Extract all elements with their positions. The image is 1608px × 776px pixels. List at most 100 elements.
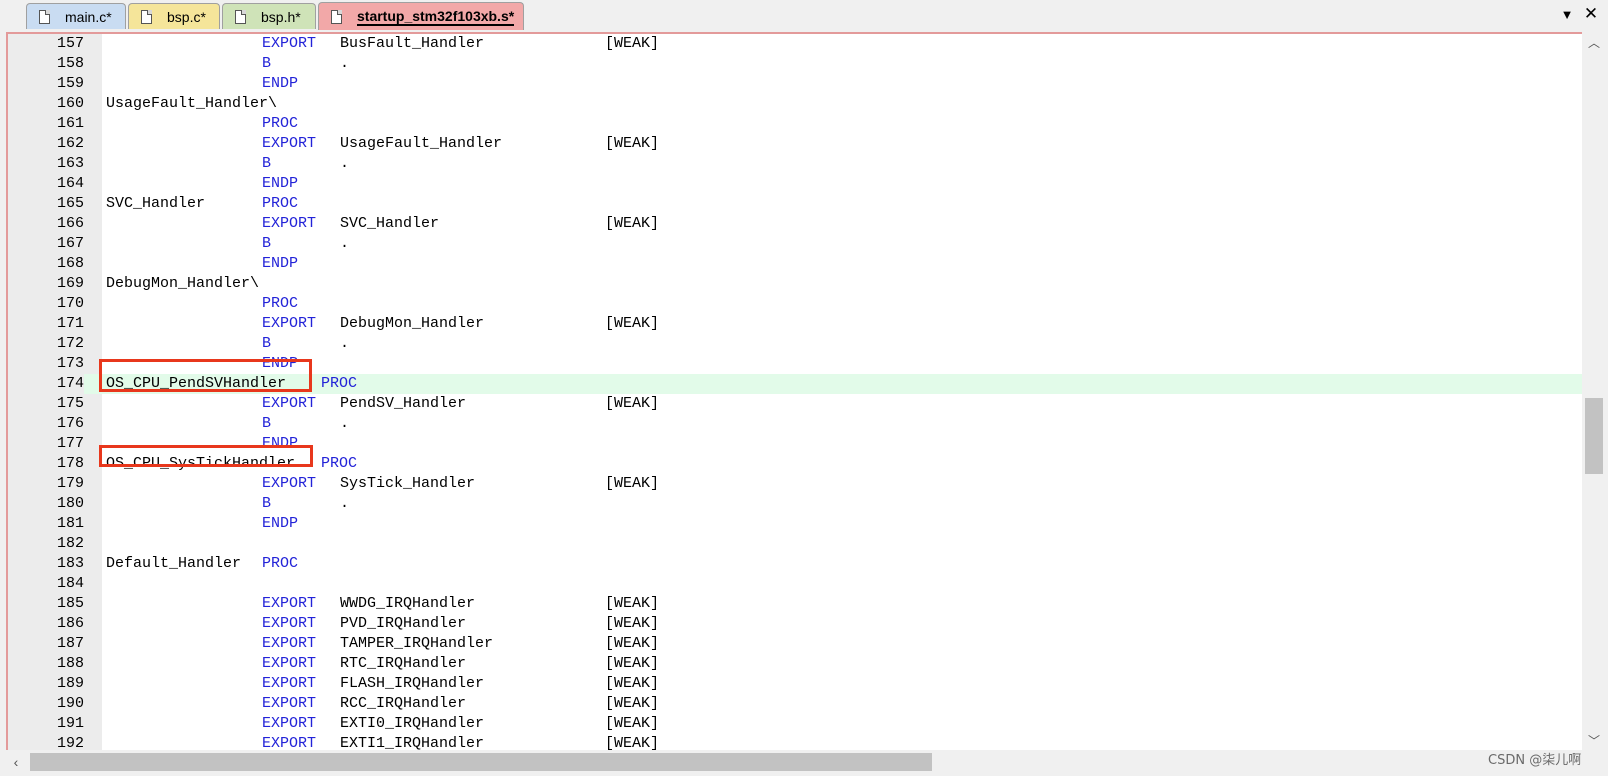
code-line[interactable]: 160 UsageFault_Handler\	[8, 94, 1582, 114]
code-weak-attr: [WEAK]	[605, 615, 660, 632]
code-weak-attr: [WEAK]	[605, 35, 660, 52]
code-operand: RCC_IRQHandler	[340, 695, 467, 712]
code-line[interactable]: 158 B.	[8, 54, 1582, 74]
code-keyword: B	[262, 55, 272, 72]
editor-window: main.c* bsp.c* bsp.h* startup_stm32f103x…	[0, 0, 1608, 776]
line-number: 175	[56, 395, 84, 412]
code-keyword: B	[262, 155, 272, 172]
code-line[interactable]: 163 B.	[8, 154, 1582, 174]
code-operand: PVD_IRQHandler	[340, 615, 467, 632]
code-keyword: EXPORT	[262, 315, 317, 332]
scroll-up-icon[interactable]: ︿	[1582, 34, 1606, 52]
code-line[interactable]: 186 EXPORT PVD_IRQHandler [WEAK]	[8, 614, 1582, 634]
code-keyword: EXPORT	[262, 635, 317, 652]
line-number: 159	[56, 75, 84, 92]
code-line[interactable]: 168 ENDP	[8, 254, 1582, 274]
code-line[interactable]: 164 ENDP	[8, 174, 1582, 194]
code-line[interactable]: 169 DebugMon_Handler\	[8, 274, 1582, 294]
line-number: 190	[56, 695, 84, 712]
line-number: 165	[56, 195, 84, 212]
highlight-box-systick	[99, 445, 313, 467]
line-number: 184	[56, 575, 84, 592]
code-keyword: EXPORT	[262, 475, 317, 492]
tab-bsp-c[interactable]: bsp.c*	[128, 3, 220, 29]
line-number: 179	[56, 475, 84, 492]
code-line[interactable]: 166 EXPORT SVC_Handler [WEAK]	[8, 214, 1582, 234]
code-line[interactable]: 184	[8, 574, 1582, 594]
code-keyword: ENDP	[262, 75, 299, 92]
horizontal-scrollbar[interactable]: ‹	[6, 750, 1582, 774]
code-keyword: PROC	[321, 455, 358, 472]
close-icon[interactable]: ✕	[1582, 5, 1600, 23]
code-operand: UsageFault_Handler	[340, 135, 503, 152]
code-line[interactable]: 171 EXPORT DebugMon_Handler [WEAK]	[8, 314, 1582, 334]
line-number: 186	[56, 615, 84, 632]
code-line[interactable]: 188 EXPORT RTC_IRQHandler [WEAK]	[8, 654, 1582, 674]
code-keyword: EXPORT	[262, 395, 317, 412]
code-lines: 157 EXPORT BusFault_Handler [WEAK] 158 B. 159 E…	[8, 34, 1582, 750]
chevron-down-icon[interactable]: ▼	[1558, 6, 1576, 24]
code-line[interactable]: 185 EXPORT WWDG_IRQHandler [WEAK]	[8, 594, 1582, 614]
code-line[interactable]: 175 EXPORT PendSV_Handler [WEAK]	[8, 394, 1582, 414]
code-line[interactable]: 162 EXPORT UsageFault_Handler [WEAK]	[8, 134, 1582, 154]
line-number: 182	[56, 535, 84, 552]
code-line[interactable]: 170 PROC	[8, 294, 1582, 314]
code-editor[interactable]: 157 EXPORT BusFault_Handler [WEAK] 158 B. 159 E…	[6, 32, 1582, 750]
code-label: Default_Handler	[106, 555, 242, 572]
code-line[interactable]: 187 EXPORT TAMPER_IRQHandler [WEAK]	[8, 634, 1582, 654]
code-line[interactable]: 157 EXPORT BusFault_Handler [WEAK]	[8, 34, 1582, 54]
code-line[interactable]: 192 EXPORT EXTI1_IRQHandler [WEAK]	[8, 734, 1582, 750]
code-line[interactable]: 180 B.	[8, 494, 1582, 514]
line-number: 161	[56, 115, 84, 132]
line-number: 185	[56, 595, 84, 612]
code-line[interactable]: 179 EXPORT SysTick_Handler [WEAK]	[8, 474, 1582, 494]
line-number: 163	[56, 155, 84, 172]
file-icon	[235, 9, 246, 24]
code-operand: .	[340, 415, 350, 432]
code-line[interactable]: 183 Default_Handler PROC	[8, 554, 1582, 574]
line-number: 192	[56, 735, 84, 750]
line-number: 162	[56, 135, 84, 152]
code-operand: WWDG_IRQHandler	[340, 595, 476, 612]
code-line[interactable]: 167 B.	[8, 234, 1582, 254]
code-line[interactable]: 172 B.	[8, 334, 1582, 354]
code-line[interactable]: 159 ENDP	[8, 74, 1582, 94]
code-operand: DebugMon_Handler	[340, 315, 485, 332]
code-line[interactable]: 165 SVC_Handler PROC	[8, 194, 1582, 214]
code-weak-attr: [WEAK]	[605, 635, 660, 652]
vertical-scroll-thumb[interactable]	[1585, 398, 1603, 474]
line-number: 168	[56, 255, 84, 272]
code-line[interactable]: 191 EXPORT EXTI0_IRQHandler [WEAK]	[8, 714, 1582, 734]
tab-startup-s[interactable]: startup_stm32f103xb.s*	[318, 2, 524, 30]
tab-bsp-h[interactable]: bsp.h*	[222, 3, 316, 29]
vertical-scrollbar[interactable]: ︿ ﹀	[1582, 32, 1606, 750]
code-line[interactable]: 190 EXPORT RCC_IRQHandler [WEAK]	[8, 694, 1582, 714]
file-icon	[141, 9, 152, 24]
tab-main-c[interactable]: main.c*	[26, 3, 126, 29]
code-line[interactable]: 161 PROC	[8, 114, 1582, 134]
scroll-down-icon[interactable]: ﹀	[1582, 732, 1606, 750]
code-operand: .	[340, 495, 350, 512]
code-label: DebugMon_Handler\	[106, 275, 260, 292]
code-operand: RTC_IRQHandler	[340, 655, 467, 672]
code-line[interactable]: 176 B.	[8, 414, 1582, 434]
code-weak-attr: [WEAK]	[605, 675, 660, 692]
code-operand: .	[340, 55, 350, 72]
code-operand: BusFault_Handler	[340, 35, 485, 52]
code-keyword: EXPORT	[262, 735, 317, 750]
code-operand: TAMPER_IRQHandler	[340, 635, 494, 652]
line-number: 158	[56, 55, 84, 72]
code-keyword: EXPORT	[262, 595, 317, 612]
code-line[interactable]: 181 ENDP	[8, 514, 1582, 534]
horizontal-scroll-thumb[interactable]	[30, 753, 932, 771]
code-keyword: PROC	[262, 115, 299, 132]
code-keyword: ENDP	[262, 255, 299, 272]
code-line[interactable]: 189 EXPORT FLASH_IRQHandler [WEAK]	[8, 674, 1582, 694]
line-number: 157	[56, 35, 84, 52]
line-number: 169	[56, 275, 84, 292]
code-keyword: B	[262, 235, 272, 252]
code-keyword: ENDP	[262, 175, 299, 192]
code-line[interactable]: 182	[8, 534, 1582, 554]
line-number: 172	[56, 335, 84, 352]
scroll-left-icon[interactable]: ‹	[8, 753, 24, 771]
